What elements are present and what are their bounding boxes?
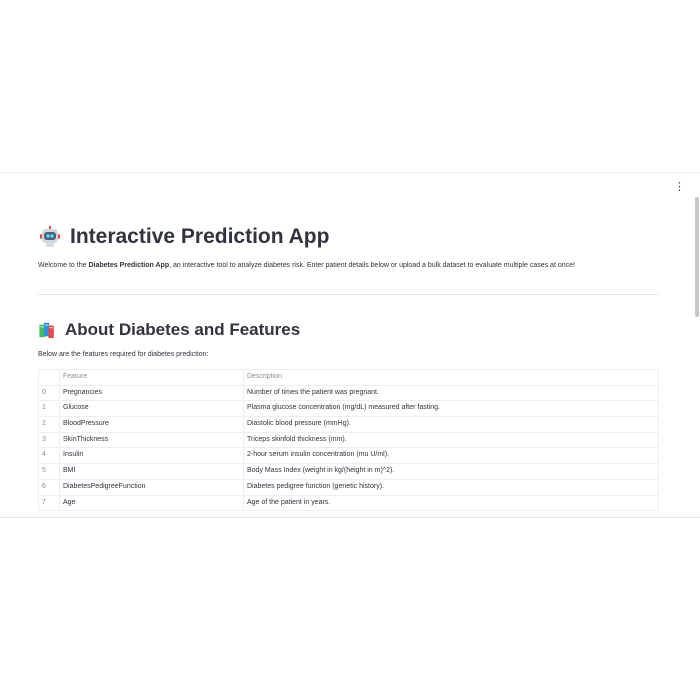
feature-cell: SkinThickness bbox=[60, 432, 244, 448]
row-index: 1 bbox=[39, 401, 60, 417]
row-index: 0 bbox=[39, 385, 60, 401]
kebab-menu-icon[interactable]: ⋮ bbox=[674, 181, 685, 193]
row-index: 6 bbox=[39, 479, 60, 495]
streamlit-app-frame: ⋮ Interactive Prediction App Welcome to bbox=[0, 172, 700, 518]
page-header: Interactive Prediction App bbox=[38, 223, 658, 251]
table-header-index bbox=[39, 370, 60, 385]
description-cell: Number of times the patient was pregnant… bbox=[244, 385, 659, 401]
description-cell: Triceps skinfold thickness (mm). bbox=[244, 432, 659, 448]
page-title: Interactive Prediction App bbox=[70, 225, 330, 248]
table-row: 5 BMI Body Mass Index (weight in kg/(hei… bbox=[39, 464, 659, 480]
table-row: 1 Glucose Plasma glucose concentration (… bbox=[39, 401, 659, 418]
feature-cell: DiabetesPedigreeFunction bbox=[60, 479, 244, 495]
description-cell: 2-hour serum insulin concentration (mu U… bbox=[244, 448, 659, 464]
intro-app-name: Diabetes Prediction App bbox=[88, 262, 170, 269]
intro-suffix: , an interactive tool to analyze diabete… bbox=[169, 262, 575, 269]
feature-cell: Pregnancies bbox=[60, 385, 244, 401]
table-row: 4 Insulin 2-hour serum insulin concentra… bbox=[39, 448, 659, 465]
features-section-header: About Diabetes and Features bbox=[38, 319, 658, 341]
feature-cell: Age bbox=[60, 495, 244, 511]
section-divider bbox=[38, 294, 658, 295]
table-row: 3 SkinThickness Triceps skinfold thickne… bbox=[39, 432, 659, 449]
table-header-description: Description bbox=[244, 370, 659, 385]
row-index: 3 bbox=[39, 432, 60, 448]
row-index: 7 bbox=[39, 495, 60, 511]
table-header-row: Feature Description bbox=[39, 370, 659, 386]
table-row: 0 Pregnancies Number of times the patien… bbox=[39, 385, 659, 402]
books-icon bbox=[39, 322, 54, 339]
robot-icon bbox=[40, 226, 60, 247]
table-row: 7 Age Age of the patient in years. bbox=[39, 495, 659, 512]
description-cell: Age of the patient in years. bbox=[244, 495, 659, 511]
table-row: 6 DiabetesPedigreeFunction Diabetes pedi… bbox=[39, 479, 659, 496]
feature-cell: Insulin bbox=[60, 448, 244, 464]
intro-text: Welcome to the Diabetes Prediction App, … bbox=[38, 261, 658, 271]
table-header-feature: Feature bbox=[60, 370, 244, 385]
features-table: Feature Description 0 Pregnancies Number… bbox=[38, 369, 659, 512]
features-section-title: About Diabetes and Features bbox=[65, 320, 301, 339]
intro-prefix: Welcome to the bbox=[38, 262, 89, 269]
features-subtitle: Below are the features required for diab… bbox=[38, 351, 209, 358]
screenshot-canvas: ⋮ Interactive Prediction App Welcome to bbox=[0, 0, 700, 688]
row-index: 5 bbox=[39, 464, 60, 479]
row-index: 2 bbox=[39, 417, 60, 432]
description-cell: Plasma glucose concentration (mg/dL) mea… bbox=[244, 401, 659, 417]
feature-cell: BMI bbox=[60, 464, 244, 479]
description-cell: Diastolic blood pressure (mmHg). bbox=[244, 417, 659, 432]
scrollbar-thumb[interactable] bbox=[695, 197, 699, 317]
description-cell: Diabetes pedigree function (genetic hist… bbox=[244, 479, 659, 495]
table-row: 2 BloodPressure Diastolic blood pressure… bbox=[39, 417, 659, 433]
row-index: 4 bbox=[39, 448, 60, 464]
main-content: Interactive Prediction App Welcome to th… bbox=[38, 223, 659, 512]
description-cell: Body Mass Index (weight in kg/(height in… bbox=[244, 464, 659, 479]
feature-cell: Glucose bbox=[60, 401, 244, 417]
feature-cell: BloodPressure bbox=[60, 417, 244, 432]
